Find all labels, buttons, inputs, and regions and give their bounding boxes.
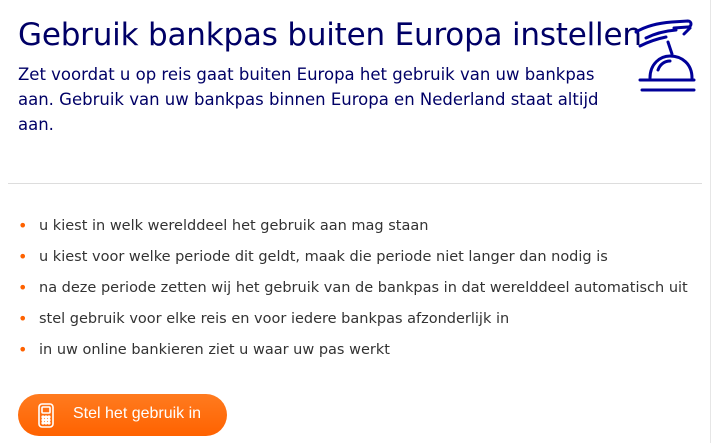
bullet-icon: • (18, 340, 28, 359)
bullet-icon: • (18, 309, 28, 328)
list-item-text: u kiest voor welke periode dit geldt, ma… (39, 249, 608, 265)
set-usage-button[interactable]: Stel het gebruik in (18, 394, 227, 436)
feature-list: • u kiest in welk werelddeel het gebruik … (18, 216, 688, 371)
phone-icon (38, 403, 54, 428)
list-item: • na deze periode zetten wij het gebruik … (18, 278, 688, 309)
bullet-icon: • (18, 278, 28, 297)
bullet-icon: • (18, 216, 28, 235)
service-bell-icon (634, 19, 696, 92)
list-item-text: stel gebruik voor elke reis en voor iede… (39, 311, 510, 327)
list-item-text: u kiest in welk werelddeel het gebruik a… (39, 218, 429, 234)
info-card: Gebruik bankpas buiten Europa instellen … (0, 0, 711, 443)
list-item: • in uw online bankieren ziet u waar uw p… (18, 340, 688, 371)
list-item-text: in uw online bankieren ziet u waar uw pa… (39, 342, 390, 358)
list-item: • u kiest voor welke periode dit geldt, m… (18, 247, 688, 278)
list-item: • stel gebruik voor elke reis en voor ied… (18, 309, 688, 340)
set-usage-button-label: Stel het gebruik in (73, 405, 202, 422)
bullet-icon: • (18, 247, 28, 266)
page-title: Gebruik bankpas buiten Europa instellen (18, 17, 642, 53)
list-item-text: na deze periode zetten wij het gebruik v… (39, 280, 688, 296)
intro-text: Zet voordat u op reis gaat buiten Europa… (18, 65, 599, 134)
divider (8, 183, 702, 184)
list-item: • u kiest in welk werelddeel het gebruik … (18, 216, 688, 247)
